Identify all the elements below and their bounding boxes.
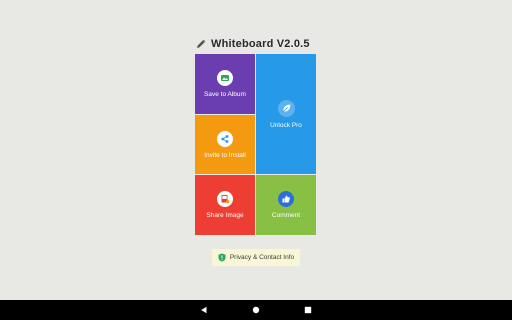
- invite-to-install-button[interactable]: Invite to Install: [195, 115, 255, 174]
- share-image-label: Share Image: [206, 212, 244, 219]
- comment-button[interactable]: Comment: [256, 175, 316, 235]
- home-icon[interactable]: [250, 304, 262, 316]
- privacy-contact-button[interactable]: Privacy & Contact Info: [212, 249, 300, 266]
- unlock-pro-button[interactable]: Unlock Pro: [256, 54, 316, 174]
- app-title: Whiteboard V2.0.5: [211, 38, 310, 50]
- invite-to-install-label: Invite to Install: [204, 151, 246, 159]
- system-navigation-bar: [0, 300, 512, 320]
- back-icon[interactable]: [198, 304, 210, 316]
- thumbs-up-icon: [278, 191, 294, 207]
- save-to-album-button[interactable]: Save to Album: [195, 54, 255, 114]
- pencil-icon: [197, 39, 206, 48]
- share-icon: [217, 130, 233, 147]
- album-icon: [217, 70, 233, 86]
- share-image-button[interactable]: Share Image: [195, 175, 255, 235]
- unlock-pro-label: Unlock Pro: [270, 121, 302, 129]
- image-icon: [217, 191, 233, 207]
- leaf-icon: [277, 99, 295, 117]
- recents-icon[interactable]: [302, 304, 314, 316]
- comment-label: Comment: [271, 212, 301, 219]
- save-to-album-label: Save to Album: [204, 91, 246, 98]
- app-header: Whiteboard V2.0.5: [196, 36, 310, 52]
- privacy-contact-label: Privacy & Contact Info: [229, 254, 295, 261]
- shield-icon: [218, 253, 226, 262]
